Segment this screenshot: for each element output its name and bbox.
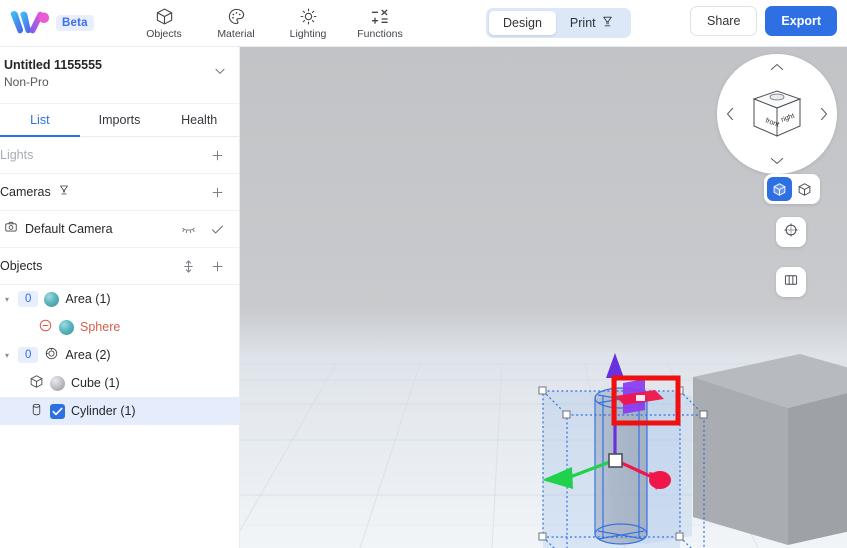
cube-outline-icon [155,7,174,26]
toolbar-item-objects-label: Objects [146,27,182,40]
check-icon[interactable] [210,223,225,236]
tab-imports[interactable]: Imports [80,104,160,136]
app-root: Beta Objects Material Lighting Functions… [0,0,847,548]
tree-row-area-1-label: Area (1) [65,292,111,306]
page-title: Untitled 1155555 [4,58,102,72]
math-symbols-icon [370,7,390,26]
chevron-right-icon[interactable] [819,107,829,122]
tree-row-cube-1-label: Cube (1) [71,376,120,390]
camera-row-default[interactable]: Default Camera [0,211,239,248]
orbit-icon [783,222,799,243]
orientation-cube-icon[interactable]: front right [748,86,806,142]
cylinder-checkbox[interactable] [50,403,65,419]
tree-row-cube-1[interactable]: Cube (1) [0,369,239,397]
align-vertical-icon[interactable] [181,259,196,274]
toolbar-actions: Objects Material Lighting Functions [128,0,416,47]
share-button[interactable]: Share [690,6,758,36]
tree-row-cylinder-1[interactable]: Cylinder (1) [0,397,239,425]
project-info: Untitled 1155555 Non-Pro [4,57,102,90]
minus-circle-icon[interactable] [38,318,53,336]
section-objects: Objects [0,248,239,285]
mode-toggle: Design Print [486,8,631,38]
tab-design-label: Design [503,16,542,30]
tree-row-cylinder-1-label: Cylinder (1) [71,404,136,418]
section-lights: Lights [0,137,239,174]
tree-row-area-2[interactable]: ▾ 0 Area (2) [0,341,239,369]
sun-icon [299,7,318,26]
toolbar-item-material[interactable]: Material [200,0,272,47]
toolbar-item-functions[interactable]: Functions [344,0,416,47]
eye-closed-icon[interactable] [181,223,196,236]
sidebar-tabs: List Imports Health [0,104,239,137]
perspective-view-button[interactable] [767,177,792,201]
header-actions: Share Export [690,6,837,36]
printer-icon [58,183,70,201]
grid-toggle-button[interactable] [776,267,806,297]
chevron-up-icon[interactable] [770,62,785,72]
toolbar-item-objects[interactable]: Objects [128,0,200,47]
sphere-teal-thumb [59,319,74,335]
cube-outline-icon [29,374,44,392]
project-plan-label: Non-Pro [4,74,49,89]
camera-icon [4,220,18,239]
cylinder-icon [29,402,44,420]
tab-list[interactable]: List [0,104,80,137]
tab-print[interactable]: Print [556,11,628,35]
palette-icon [227,7,246,26]
tree-row-sphere[interactable]: Sphere [0,313,239,341]
tree-row-area-1-badge: 0 [18,290,39,308]
tree-row-area-2-badge: 0 [18,346,39,364]
tab-health[interactable]: Health [159,104,239,136]
viewport-3d[interactable]: front right [240,47,847,548]
beta-badge: Beta [56,15,94,31]
caret-down-icon[interactable]: ▾ [2,351,12,360]
section-cameras-label: Cameras [0,185,51,199]
caret-down-icon[interactable]: ▾ [2,295,12,304]
toolbar-item-lighting-label: Lighting [289,27,327,40]
section-objects-label: Objects [0,259,43,273]
sidebar: Untitled 1155555 Non-Pro List Imports He… [0,47,240,548]
grid-columns-icon [783,272,799,293]
printer-icon [601,15,614,31]
scene-cube [693,354,847,545]
add-camera-button[interactable] [210,185,225,200]
tree-row-area-2-label: Area (2) [65,348,111,362]
camera-row-default-label: Default Camera [25,222,113,236]
section-cameras: Cameras [0,174,239,211]
tree-row-sphere-label: Sphere [80,320,121,334]
chevron-down-icon[interactable] [213,57,227,83]
tab-design[interactable]: Design [489,11,556,35]
sphere-gray-thumb [50,375,65,391]
add-object-button[interactable] [210,259,225,274]
sphere-teal-thumb [44,291,60,307]
brand-area: Beta [0,8,128,38]
export-button[interactable]: Export [765,6,837,36]
view-mode-toggle [764,174,820,204]
toolbar-item-functions-label: Functions [357,27,403,40]
project-header[interactable]: Untitled 1155555 Non-Pro [0,47,239,104]
chevron-down-icon[interactable] [770,156,785,166]
tab-print-label: Print [569,16,596,30]
tree-row-area-1[interactable]: ▾ 0 Area (1) [0,285,239,313]
toolbar-item-material-label: Material [217,27,255,40]
toolbar-item-lighting[interactable]: Lighting [272,0,344,47]
section-lights-label: Lights [0,148,34,162]
top-toolbar: Beta Objects Material Lighting Functions… [0,0,847,47]
chevron-left-icon[interactable] [725,107,735,122]
add-light-button[interactable] [210,148,225,163]
view-cube-widget[interactable]: front right [717,54,837,174]
w-logo-icon[interactable] [8,8,50,38]
target-icon [44,346,59,364]
orbit-gizmo-button[interactable] [776,217,806,247]
orthographic-view-button[interactable] [792,177,817,201]
